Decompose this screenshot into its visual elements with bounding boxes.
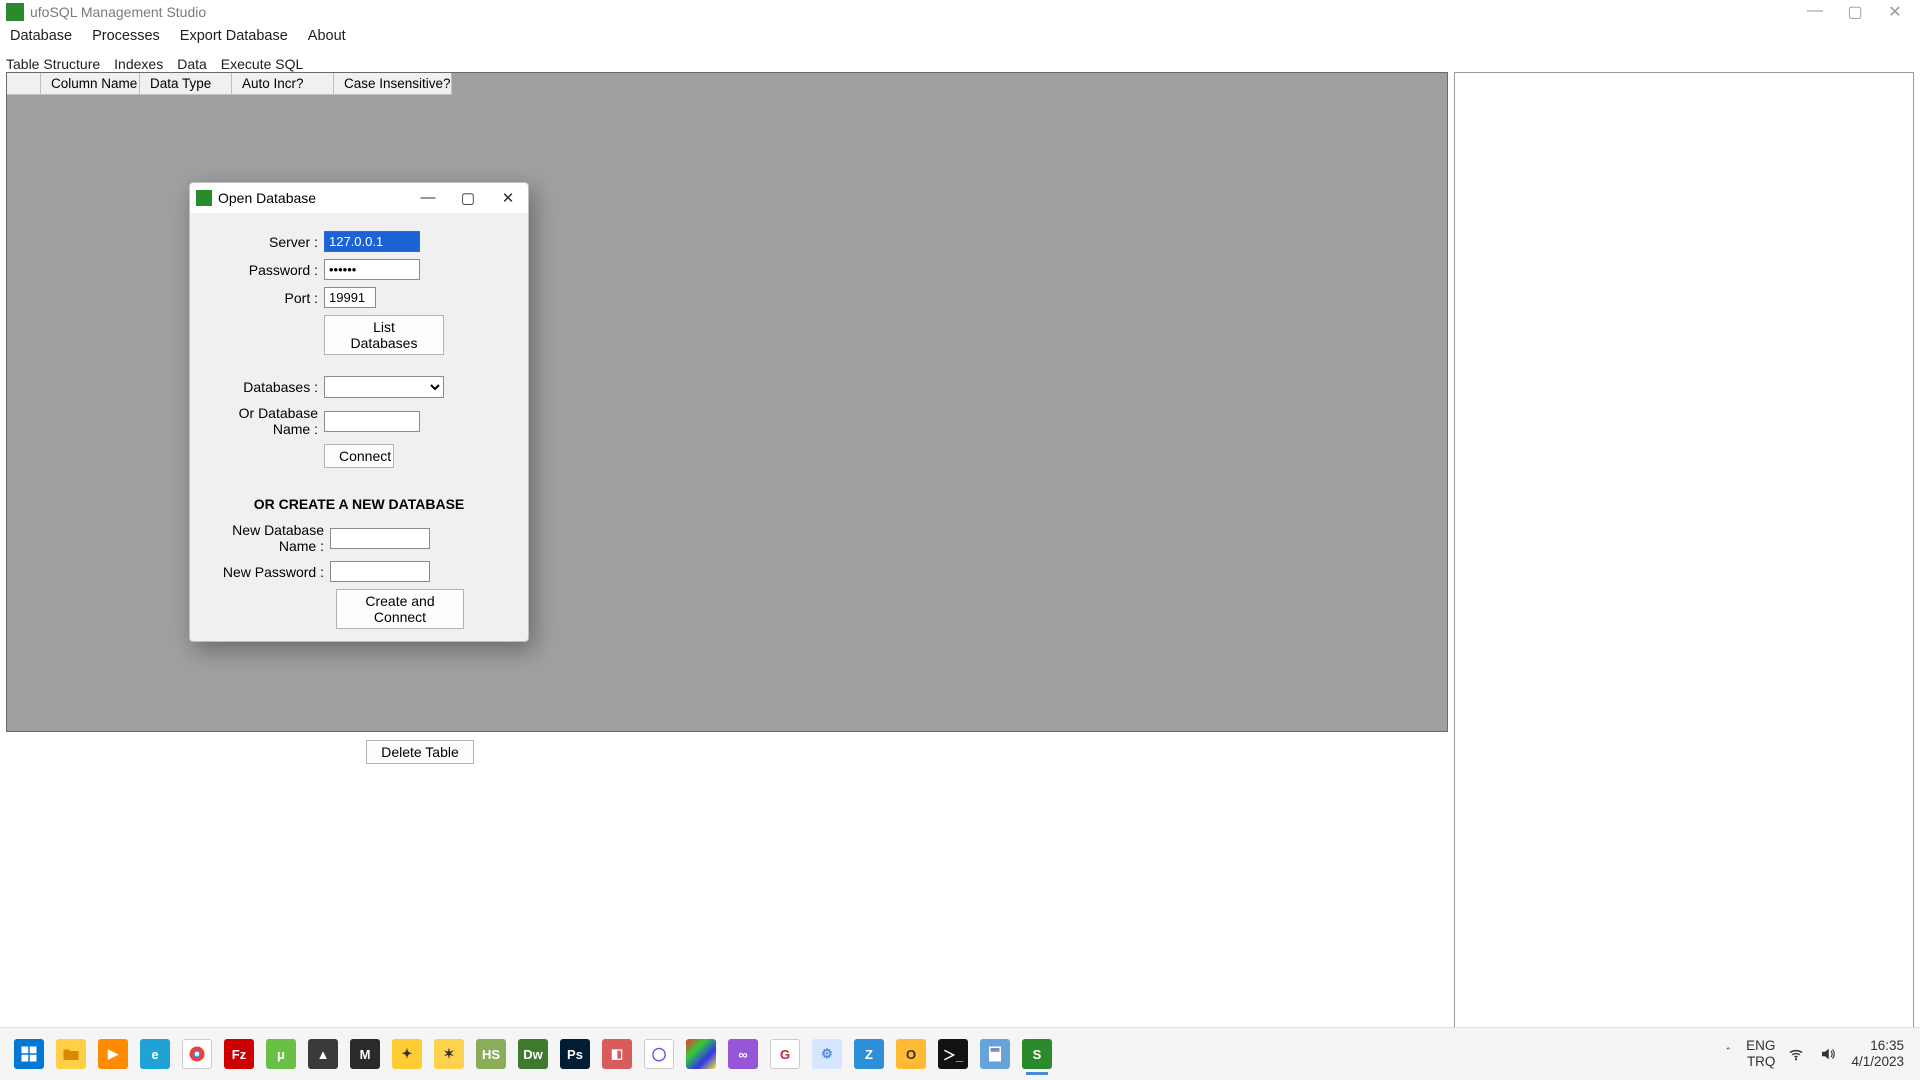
taskbar: ▶ e Fz μ ▲ M ✦ ✶ HS Dw Ps ◧ ◯ ∞ G ⚙ Z O … [0,1027,1920,1080]
new-dbname-input[interactable] [330,528,430,549]
create-connect-button[interactable]: Create and Connect [336,589,464,629]
tray-date: 4/1/2023 [1851,1054,1904,1070]
taskbar-app-5[interactable]: ◧ [602,1039,632,1069]
menu-processes[interactable]: Processes [92,28,160,44]
connect-button[interactable]: Connect [324,444,394,468]
server-label: Server : [206,234,324,250]
folder-icon [62,1045,80,1063]
dialog-close-button[interactable]: ✕ [488,189,528,207]
taskbar-edge[interactable]: e [140,1039,170,1069]
tray-clock[interactable]: 16:35 4/1/2023 [1851,1038,1904,1069]
app-title: ufoSQL Management Studio [30,4,206,20]
port-label: Port : [206,290,324,306]
taskbar-app-7[interactable]: ⚙ [812,1039,842,1069]
databases-label: Databases : [206,379,324,395]
dialog-icon [196,190,212,206]
password-label: Password : [206,262,324,278]
taskbar-app-4[interactable]: ✶ [434,1039,464,1069]
tab-execute-sql[interactable]: Execute SQL [221,56,304,72]
taskbar-calculator[interactable] [980,1039,1010,1069]
taskbar-utorrent[interactable]: μ [266,1039,296,1069]
taskbar-ms-apps[interactable] [686,1039,716,1069]
window-controls: — ▢ ✕ [1796,2,1920,22]
taskbar-visual-studio[interactable]: ∞ [728,1039,758,1069]
system-tray: ＾ ENG TRQ 16:35 4/1/2023 [1722,1038,1920,1069]
open-database-dialog: Open Database — ▢ ✕ Server : Password : … [189,182,529,642]
calculator-icon [986,1045,1004,1063]
taskbar-app-1[interactable]: ▲ [308,1039,338,1069]
taskbar-photoshop[interactable]: Ps [560,1039,590,1069]
tray-time: 16:35 [1870,1038,1904,1054]
or-dbname-input[interactable] [324,411,420,432]
titlebar: ufoSQL Management Studio — ▢ ✕ [0,0,1920,24]
grid-col-columnname[interactable]: Column Name [41,73,140,94]
dialog-title: Open Database [218,190,316,206]
password-input[interactable] [324,259,420,280]
tab-table-structure[interactable]: Table Structure [6,56,100,72]
dialog-minimize-button[interactable]: — [408,189,448,207]
new-password-input[interactable] [330,561,430,582]
server-input[interactable] [324,231,420,252]
tab-indexes[interactable]: Indexes [114,56,163,72]
grid-col-datatype[interactable]: Data Type [140,73,232,94]
taskbar-file-explorer[interactable] [56,1039,86,1069]
grid-row-handle [7,73,41,94]
volume-icon[interactable] [1819,1045,1839,1063]
app-icon [6,3,24,21]
minimize-button[interactable]: — [1796,2,1834,22]
databases-select[interactable] [324,376,444,398]
chrome-icon [188,1045,206,1063]
taskbar-filezilla[interactable]: Fz [224,1039,254,1069]
menu-about[interactable]: About [308,28,346,44]
tray-lang-1: ENG [1746,1038,1775,1054]
grid-header: Column Name Data Type Auto Incr? Case In… [7,73,452,95]
taskbar-dreamweaver[interactable]: Dw [518,1039,548,1069]
taskbar-grammarly[interactable]: G [770,1039,800,1069]
close-button[interactable]: ✕ [1876,2,1914,22]
wifi-icon[interactable] [1787,1045,1807,1063]
new-dbname-label: New Database Name : [206,522,330,554]
grid-col-autoincr[interactable]: Auto Incr? [232,73,334,94]
taskbar-outlook[interactable]: O [896,1039,926,1069]
taskbar-hs[interactable]: HS [476,1039,506,1069]
taskbar-app-2[interactable]: M [350,1039,380,1069]
menu-export-database[interactable]: Export Database [180,28,288,44]
grid-col-caseinsensitive[interactable]: Case Insensitive? [334,73,452,94]
subtabs: Table Structure Indexes Data Execute SQL [0,48,1920,72]
taskbar-app-3[interactable]: ✦ [392,1039,422,1069]
maximize-button[interactable]: ▢ [1836,2,1874,22]
list-databases-button[interactable]: List Databases [324,315,444,355]
right-panel [1454,72,1914,1078]
windows-icon [20,1045,38,1063]
start-button[interactable] [14,1039,44,1069]
delete-table-button[interactable]: Delete Table [366,740,474,764]
dialog-titlebar: Open Database — ▢ ✕ [190,183,528,213]
tab-data[interactable]: Data [177,56,207,72]
dialog-maximize-button[interactable]: ▢ [448,189,488,207]
new-password-label: New Password : [206,564,330,580]
taskbar-media[interactable]: ▶ [98,1039,128,1069]
taskbar-chrome[interactable] [182,1039,212,1069]
taskbar-app-6[interactable]: ◯ [644,1039,674,1069]
taskbar-terminal[interactable]: ＞_ [938,1039,968,1069]
port-input[interactable] [324,287,376,308]
menubar: Database Processes Export Database About [0,24,1920,48]
create-section-title: OR CREATE A NEW DATABASE [206,496,512,512]
tray-language[interactable]: ENG TRQ [1746,1038,1775,1069]
or-dbname-label: Or Database Name : [206,405,324,437]
taskbar-ufosql[interactable]: S [1022,1039,1052,1069]
menu-database[interactable]: Database [10,28,72,44]
tray-lang-2: TRQ [1747,1054,1776,1070]
taskbar-zoom[interactable]: Z [854,1039,884,1069]
tray-overflow-icon[interactable]: ＾ [1722,1046,1734,1063]
